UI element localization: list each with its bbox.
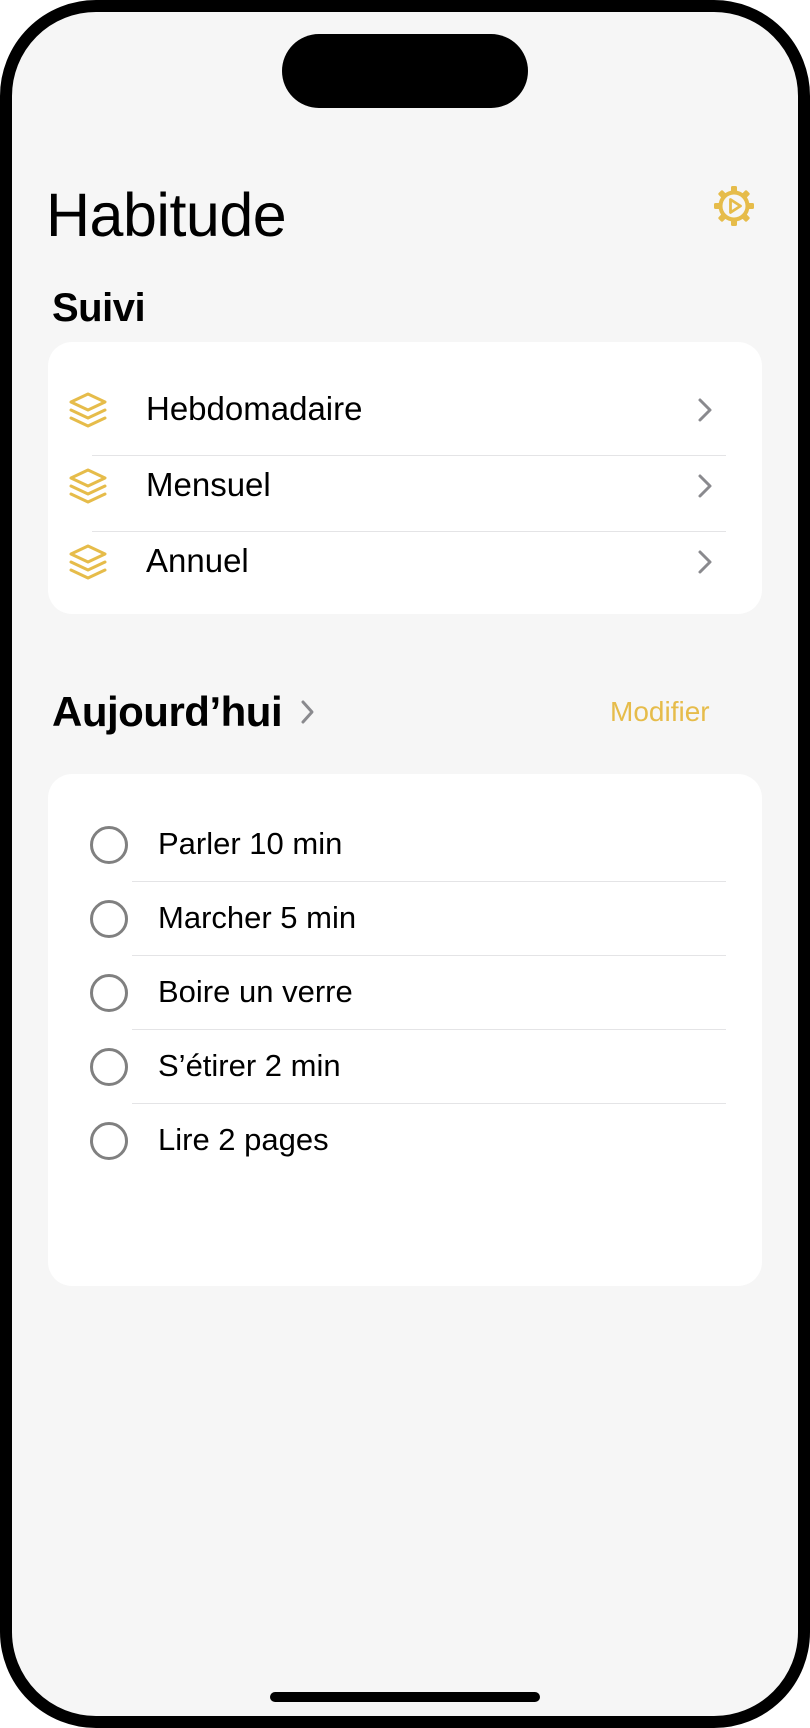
task-label: S’étirer 2 min <box>158 1048 341 1083</box>
stack-layers-icon <box>69 392 107 428</box>
chevron-right-icon <box>698 474 712 498</box>
app-title: Habitude <box>46 181 287 249</box>
chevron-right-icon <box>698 550 712 574</box>
suivi-item-label: Annuel <box>146 542 249 579</box>
task-checkbox[interactable] <box>90 1048 128 1086</box>
task-label: Marcher 5 min <box>158 900 357 935</box>
today-section-header[interactable]: Aujourd’hui <box>52 684 316 740</box>
task-label: Parler 10 min <box>158 826 343 861</box>
suivi-item-annuel[interactable]: Annuel <box>48 524 762 600</box>
task-checkbox[interactable] <box>90 826 128 864</box>
suivi-card: Hebdomadaire Mensuel Annuel <box>48 342 762 614</box>
stack-layers-icon <box>69 544 107 580</box>
task-item: S’étirer 2 min <box>48 1032 762 1106</box>
task-item: Boire un verre <box>48 958 762 1032</box>
home-indicator <box>270 1692 540 1702</box>
suivi-item-label: Hebdomadaire <box>146 390 363 427</box>
separator <box>132 1029 726 1030</box>
chevron-right-icon <box>300 699 316 725</box>
today-tasks-card: Parler 10 min Marcher 5 min Boire un ver… <box>48 774 762 1286</box>
suivi-item-label: Mensuel <box>146 466 271 503</box>
suivi-item-hebdomadaire[interactable]: Hebdomadaire <box>48 372 762 448</box>
phone-frame: Habitude Suivi Hebdomadaire Mensuel Annu… <box>0 0 810 1728</box>
task-checkbox[interactable] <box>90 974 128 1012</box>
dynamic-island <box>282 34 528 108</box>
stack-layers-icon <box>69 468 107 504</box>
task-checkbox[interactable] <box>90 900 128 938</box>
suivi-item-mensuel[interactable]: Mensuel <box>48 448 762 524</box>
task-item: Lire 2 pages <box>48 1106 762 1180</box>
task-label: Boire un verre <box>158 974 353 1009</box>
suivi-section-title: Suivi <box>52 286 146 330</box>
settings-button[interactable] <box>710 182 758 230</box>
modify-button[interactable]: Modifier <box>610 696 710 728</box>
separator <box>132 1103 726 1104</box>
gear-play-icon <box>714 186 754 226</box>
separator <box>132 881 726 882</box>
separator <box>132 955 726 956</box>
task-label: Lire 2 pages <box>158 1122 329 1157</box>
chevron-right-icon <box>698 398 712 422</box>
task-item: Marcher 5 min <box>48 884 762 958</box>
today-section-title: Aujourd’hui <box>52 688 283 735</box>
task-checkbox[interactable] <box>90 1122 128 1160</box>
task-item: Parler 10 min <box>48 810 762 884</box>
